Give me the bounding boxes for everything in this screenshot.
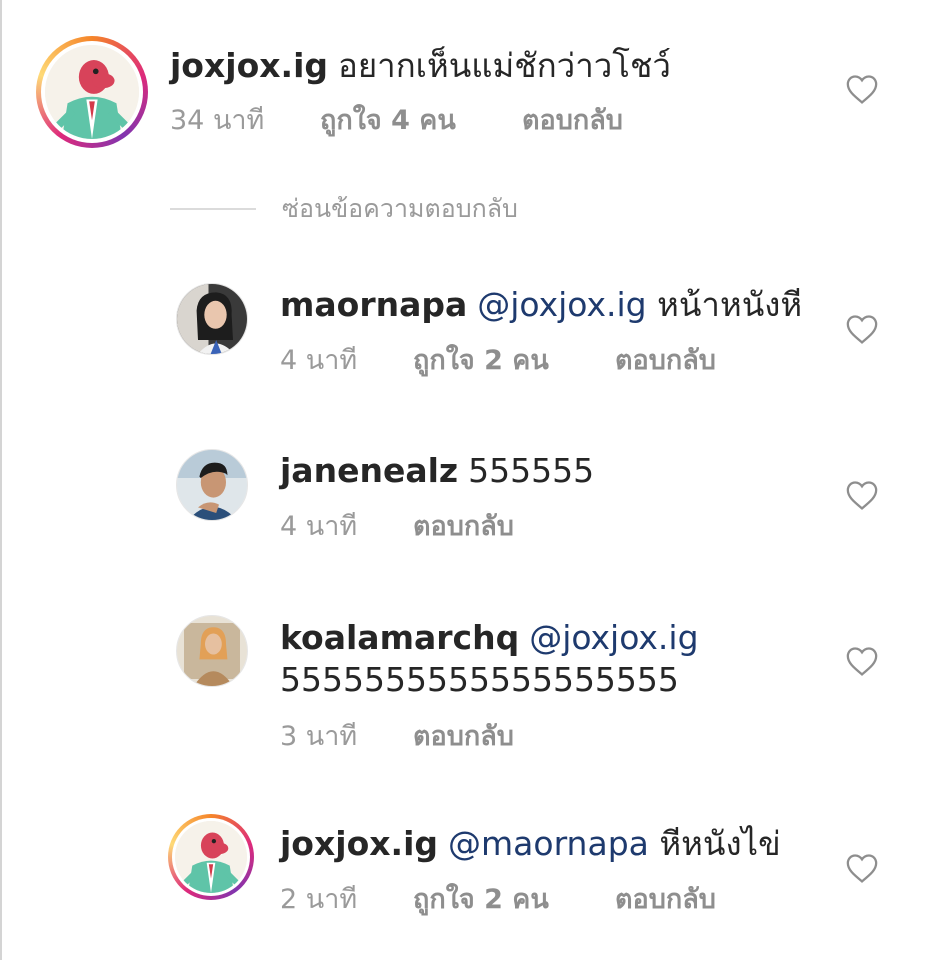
comment-likes[interactable]: ถูกใจ 2 คน — [413, 883, 615, 917]
comment-meta: 4 นาที ตอบกลับ — [280, 510, 514, 544]
dinosaur-avatar-icon — [175, 821, 247, 893]
reply-button[interactable]: ตอบกลับ — [615, 883, 716, 917]
comment-time: 4 นาที — [280, 511, 358, 542]
comment-time: 2 นาที — [280, 884, 358, 915]
comment-likes[interactable]: ถูกใจ 2 คน — [413, 344, 615, 378]
comment-text: 5555555555555555555 — [280, 660, 679, 699]
comment-username[interactable]: janenealz — [280, 451, 458, 490]
heart-outline-icon[interactable] — [845, 852, 879, 884]
heart-outline-icon[interactable] — [845, 73, 879, 105]
comment-time: 3 นาที — [280, 721, 358, 752]
avatar[interactable] — [176, 615, 248, 687]
comment-meta: 4 นาที ถูกใจ 2 คน ตอบกลับ — [280, 344, 716, 378]
reply-button[interactable]: ตอบกลับ — [522, 104, 623, 138]
heart-outline-icon[interactable] — [845, 479, 879, 511]
man-avatar-icon — [177, 450, 247, 520]
comment-mention[interactable]: @joxjox.ig — [477, 285, 646, 324]
reply-button[interactable]: ตอบกลับ — [413, 510, 514, 544]
person-avatar-icon — [177, 616, 247, 686]
comment-username[interactable]: joxjox.ig — [280, 824, 438, 863]
heart-outline-icon[interactable] — [845, 313, 879, 345]
hide-replies-toggle[interactable]: ซ่อนข้อความตอบกลับ — [170, 192, 518, 226]
comment-mention[interactable]: @maornapa — [448, 824, 649, 863]
avatar[interactable] — [36, 36, 148, 148]
comment-text-line: joxjox.ig อยากเห็นแม่ชักว่าวโชว์ — [170, 46, 671, 86]
reply-button[interactable]: ตอบกลับ — [413, 720, 514, 754]
comment-likes[interactable]: ถูกใจ 4 คน — [320, 104, 522, 138]
comment-time: 4 นาที — [280, 345, 358, 376]
avatar[interactable] — [176, 283, 248, 355]
comment-text-line: koalamarchq @joxjox.ig — [280, 618, 699, 658]
avatar[interactable] — [176, 449, 248, 521]
reply-button[interactable]: ตอบกลับ — [615, 344, 716, 378]
comment-text-line-2: 5555555555555555555 — [280, 660, 679, 700]
avatar[interactable] — [168, 814, 254, 900]
woman-avatar-icon — [177, 284, 247, 354]
left-border — [0, 0, 2, 960]
comment-meta: 3 นาที ตอบกลับ — [280, 720, 514, 754]
comment-time: 34 นาที — [170, 105, 265, 136]
comment-text: หน้าหนังหี — [657, 285, 803, 324]
comment-text: หีหนังไข่ — [659, 824, 781, 863]
comment-username[interactable]: maornapa — [280, 285, 467, 324]
hide-replies-label: ซ่อนข้อความตอบกลับ — [282, 194, 518, 223]
comment-text: 555555 — [468, 451, 595, 490]
comment-text: อยากเห็นแม่ชักว่าวโชว์ — [338, 46, 671, 85]
comment-meta: 34 นาที ถูกใจ 4 คน ตอบกลับ — [170, 104, 623, 138]
comment-meta: 2 นาที ถูกใจ 2 คน ตอบกลับ — [280, 883, 716, 917]
comment-username[interactable]: koalamarchq — [280, 618, 519, 657]
comment-text-line: joxjox.ig @maornapa หีหนังไข่ — [280, 824, 781, 864]
comment-text-line: janenealz 555555 — [280, 451, 594, 491]
divider — [170, 208, 256, 210]
dinosaur-avatar-icon — [45, 45, 139, 139]
comment-username[interactable]: joxjox.ig — [170, 46, 328, 85]
comment-text-line: maornapa @joxjox.ig หน้าหนังหี — [280, 285, 802, 325]
comment-mention[interactable]: @joxjox.ig — [529, 618, 698, 657]
heart-outline-icon[interactable] — [845, 645, 879, 677]
